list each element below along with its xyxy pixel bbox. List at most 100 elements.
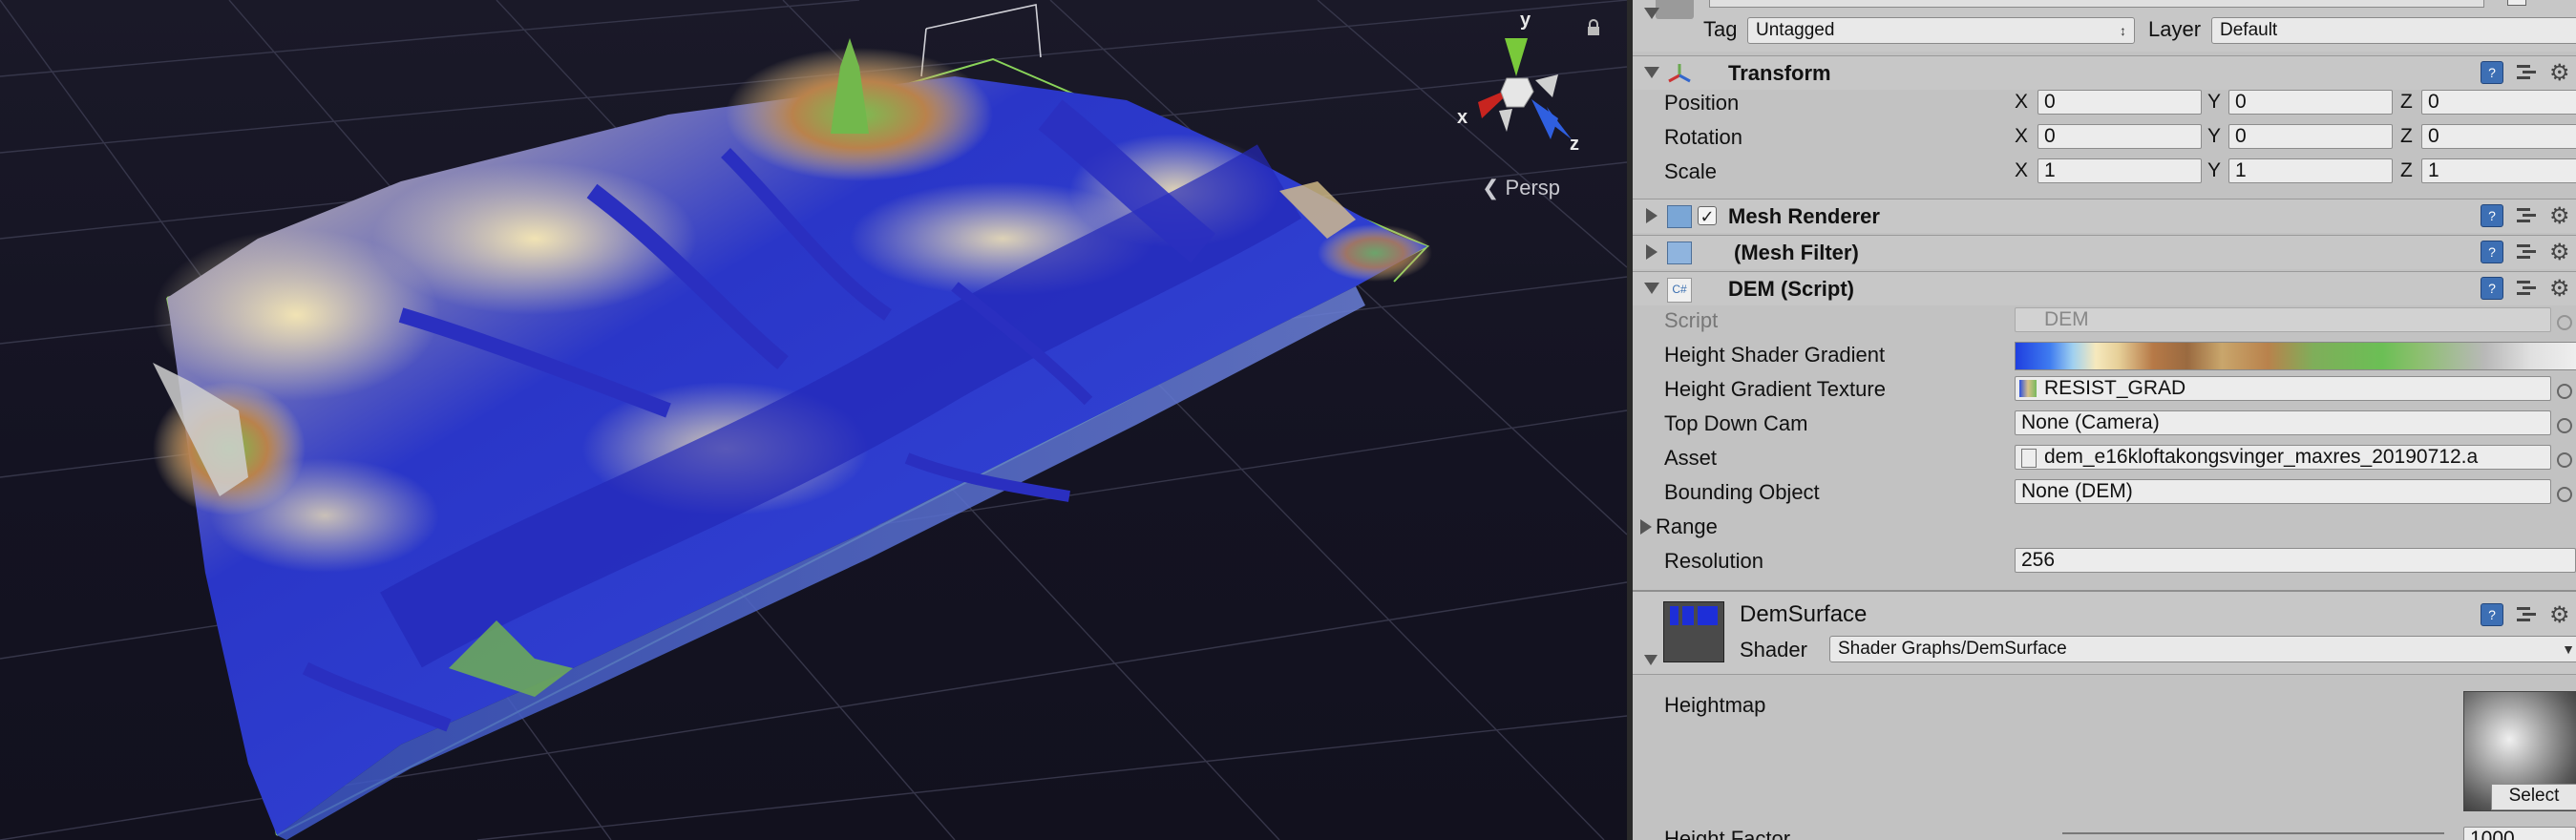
gameobject-icon (1656, 0, 1694, 19)
position-x-field[interactable]: 0 (2038, 90, 2202, 115)
shader-label: Shader (1740, 638, 1807, 662)
gizmo-z-label: z (1570, 134, 1579, 155)
rotation-x-field[interactable]: 0 (2038, 124, 2202, 149)
layer-label: Layer (2148, 17, 2202, 41)
texture-icon (2019, 380, 2037, 397)
height-factor-field[interactable]: 1000 (2463, 827, 2576, 840)
component-actions: ? ⚙ (2481, 202, 2576, 230)
script-value: DEM (2044, 308, 2089, 330)
script-label: Script (1664, 308, 1719, 332)
help-icon[interactable]: ? (2481, 277, 2503, 300)
projection-toggle[interactable]: ❮ Persp (1482, 176, 1560, 200)
lock-icon[interactable] (1585, 19, 1602, 36)
preset-icon[interactable] (2515, 204, 2538, 225)
layer-value: Default (2220, 20, 2278, 40)
scene-view[interactable]: y x z ❮ Persp (0, 0, 1627, 840)
tag-label: Tag (1703, 17, 1738, 41)
fold-open-icon[interactable] (1644, 655, 1658, 665)
range-row[interactable]: Range (1633, 510, 2576, 544)
tag-value: Untagged (1756, 20, 1835, 40)
shader-dropdown[interactable]: Shader Graphs/DemSurface ▼ (1829, 636, 2576, 662)
height-gradient-texture-field[interactable]: RESIST_GRAD (2015, 376, 2551, 401)
object-picker-icon[interactable] (2557, 487, 2572, 502)
gizmo-x-label: x (1457, 107, 1468, 128)
preset-icon[interactable] (2515, 277, 2538, 298)
mesh-filter-icon (1667, 242, 1692, 264)
top-down-cam-label: Top Down Cam (1664, 411, 1808, 435)
material-name: DemSurface (1740, 601, 1868, 627)
scale-x-field[interactable]: 1 (2038, 158, 2202, 183)
object-picker-icon[interactable] (2557, 418, 2572, 433)
material-header[interactable]: DemSurface Shader Shader Graphs/DemSurfa… (1633, 592, 2576, 674)
mesh-filter-header[interactable]: (Mesh Filter) ? ⚙ (1633, 235, 2576, 269)
asset-field[interactable]: dem_e16kloftakongsvinger_maxres_20190712… (2015, 445, 2551, 470)
object-picker-icon[interactable] (2557, 452, 2572, 468)
csharp-script-icon: C# (1667, 278, 1692, 303)
position-y-field[interactable]: 0 (2228, 90, 2393, 115)
tag-dropdown[interactable]: Untagged ↕ (1747, 17, 2135, 44)
name-field[interactable] (1709, 0, 2484, 8)
static-checkbox[interactable] (2507, 0, 2526, 6)
object-header: Tag Untagged ↕ Layer Default ↕ (1633, 0, 2576, 52)
gradient-swatch[interactable] (2015, 342, 2576, 370)
section-divider (1633, 674, 2576, 675)
component-actions: ? ⚙ (2481, 601, 2576, 629)
gear-icon[interactable]: ⚙ (2549, 59, 2570, 87)
transform-title: Transform (1728, 61, 1831, 85)
help-icon[interactable]: ? (2481, 603, 2503, 626)
axis-z-label: Z (2400, 125, 2413, 147)
transform-header[interactable]: Transform ? ⚙ (1633, 55, 2576, 90)
scale-label: Scale (1664, 159, 1718, 183)
terrain-mesh (153, 38, 1432, 840)
mesh-renderer-enabled-checkbox[interactable]: ✓ (1698, 206, 1717, 226)
help-icon[interactable]: ? (2481, 204, 2503, 227)
gizmo-y-label: y (1520, 10, 1531, 31)
fold-closed-icon[interactable] (1646, 244, 1658, 260)
mesh-renderer-header[interactable]: ✓ Mesh Renderer ? ⚙ (1633, 199, 2576, 233)
help-icon[interactable]: ? (2481, 241, 2503, 263)
mesh-renderer-icon (1667, 205, 1692, 228)
gear-icon[interactable]: ⚙ (2549, 275, 2570, 303)
layer-dropdown[interactable]: Default ↕ (2211, 17, 2576, 44)
resolution-field[interactable]: 256 (2015, 548, 2576, 573)
object-picker-icon[interactable] (2557, 384, 2572, 399)
mesh-filter-title: (Mesh Filter) (1734, 241, 1859, 264)
fold-open-icon[interactable] (1644, 67, 1659, 78)
rotation-y-field[interactable]: 0 (2228, 124, 2393, 149)
rotation-label: Rotation (1664, 125, 1742, 149)
fold-open-icon[interactable] (1644, 283, 1659, 294)
rotation-row: Rotation X 0 Y 0 Z 0 (1633, 120, 2576, 155)
material-preview-icon (1663, 601, 1724, 662)
fold-closed-icon[interactable] (1646, 208, 1658, 223)
gear-icon[interactable]: ⚙ (2549, 601, 2570, 629)
height-factor-slider[interactable] (2062, 832, 2444, 834)
scale-y-field[interactable]: 1 (2228, 158, 2393, 183)
resolution-row: Resolution 256 (1633, 544, 2576, 578)
inspector-panel: Tag Untagged ↕ Layer Default ↕ Transform… (1633, 0, 2576, 840)
preset-icon[interactable] (2515, 61, 2538, 82)
axis-z-label: Z (2400, 159, 2413, 181)
axis-x-label: X (2015, 125, 2029, 147)
select-button[interactable]: Select (2491, 784, 2576, 810)
axis-z-label: Z (2400, 91, 2413, 113)
fold-closed-icon[interactable] (1640, 519, 1652, 535)
scene-canvas[interactable] (0, 0, 1627, 840)
axis-x-label: X (2015, 159, 2029, 181)
help-icon[interactable]: ? (2481, 61, 2503, 84)
transform-icon (1668, 64, 1691, 83)
range-label: Range (1656, 514, 1718, 538)
scale-z-field[interactable]: 1 (2421, 158, 2576, 183)
object-picker-icon (2557, 315, 2572, 330)
heightmap-thumbnail[interactable]: Select (2463, 691, 2576, 811)
gear-icon[interactable]: ⚙ (2549, 202, 2570, 230)
position-z-field[interactable]: 0 (2421, 90, 2576, 115)
rotation-z-field[interactable]: 0 (2421, 124, 2576, 149)
bounding-object-field[interactable]: None (DEM) (2015, 479, 2551, 504)
preset-icon[interactable] (2515, 603, 2538, 624)
top-down-cam-field[interactable]: None (Camera) (2015, 410, 2551, 435)
preset-icon[interactable] (2515, 241, 2538, 262)
collapse-icon[interactable] (1644, 8, 1659, 19)
dem-script-header[interactable]: C# DEM (Script) ? ⚙ (1633, 271, 2576, 305)
gear-icon[interactable]: ⚙ (2549, 239, 2570, 266)
axis-y-label: Y (2207, 91, 2222, 113)
